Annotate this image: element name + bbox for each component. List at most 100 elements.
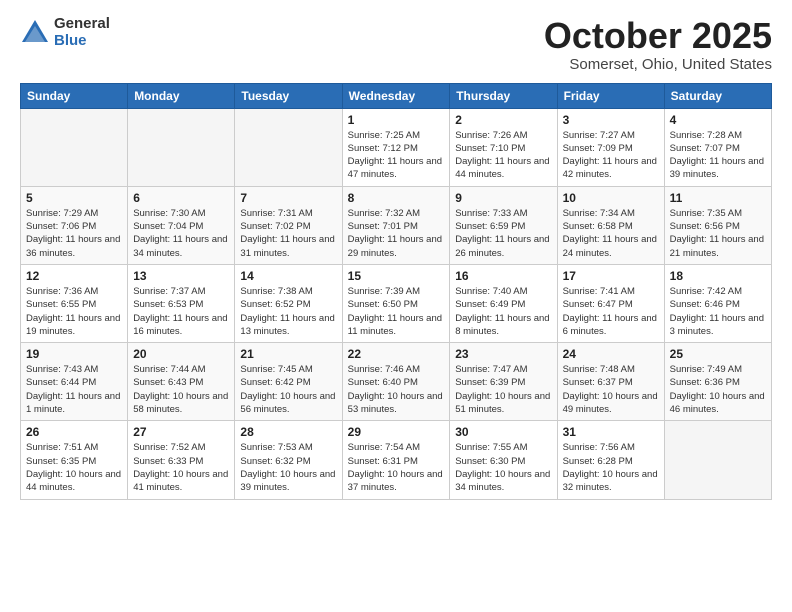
day-info: Sunrise: 7:37 AM Sunset: 6:53 PM Dayligh… — [133, 285, 229, 338]
calendar-cell: 2Sunrise: 7:26 AM Sunset: 7:10 PM Daylig… — [450, 108, 557, 186]
day-info: Sunrise: 7:33 AM Sunset: 6:59 PM Dayligh… — [455, 207, 551, 260]
calendar-cell: 14 Sunrise: 7:38 AM Sunset: 6:52 PM Dayli… — [235, 264, 342, 342]
logo-text: General Blue — [54, 16, 110, 49]
day-info: Sunrise: 7:40 AM Sunset: 6:49 PM Dayligh… — [455, 285, 551, 338]
day-info: Sunrise: 7:52 AM Sunset: 6:33 PM Dayligh… — [133, 441, 229, 494]
day-info: Sunrise: 7:34 AM Sunset: 6:58 PM Dayligh… — [563, 207, 659, 260]
calendar-cell: 16 Sunrise: 7:40 AM Sunset: 6:49 PM Dayli… — [450, 264, 557, 342]
day-info: Sunrise: 7:49 AM Sunset: 6:36 PM Dayligh… — [670, 363, 766, 416]
calendar-table: SundayMondayTuesdayWednesdayThursdayFrid… — [20, 83, 772, 500]
day-number: 25 — [670, 347, 766, 361]
calendar-week-row: 5 Sunrise: 7:29 AM Sunset: 7:06 PM Daylig… — [21, 186, 772, 264]
day-info: Sunrise: 7:30 AM Sunset: 7:04 PM Dayligh… — [133, 207, 229, 260]
calendar-cell — [235, 108, 342, 186]
calendar-cell: 18Sunrise: 7:42 AM Sunset: 6:46 PM Dayli… — [664, 264, 771, 342]
calendar-week-row: 26Sunrise: 7:51 AM Sunset: 6:35 PM Dayli… — [21, 421, 772, 499]
day-number: 21 — [240, 347, 336, 361]
day-number: 10 — [563, 191, 659, 205]
calendar-cell: 11 Sunrise: 7:35 AM Sunset: 6:56 PM Dayli… — [664, 186, 771, 264]
day-number: 4 — [670, 113, 766, 127]
day-info: Sunrise: 7:29 AM Sunset: 7:06 PM Dayligh… — [26, 207, 122, 260]
day-number: 16 — [455, 269, 551, 283]
day-header: Saturday — [664, 83, 771, 108]
calendar-week-row: 1Sunrise: 7:25 AM Sunset: 7:12 PM Daylig… — [21, 108, 772, 186]
calendar-cell: 13Sunrise: 7:37 AM Sunset: 6:53 PM Dayli… — [128, 264, 235, 342]
calendar-cell: 9 Sunrise: 7:33 AM Sunset: 6:59 PM Daylig… — [450, 186, 557, 264]
day-number: 14 — [240, 269, 336, 283]
day-header: Friday — [557, 83, 664, 108]
calendar-cell: 22 Sunrise: 7:46 AM Sunset: 6:40 PM Dayli… — [342, 343, 450, 421]
calendar-cell — [21, 108, 128, 186]
day-info: Sunrise: 7:36 AM Sunset: 6:55 PM Dayligh… — [26, 285, 122, 338]
calendar-cell: 4 Sunrise: 7:28 AM Sunset: 7:07 PM Daylig… — [664, 108, 771, 186]
day-info: Sunrise: 7:35 AM Sunset: 6:56 PM Dayligh… — [670, 207, 766, 260]
calendar-cell: 6 Sunrise: 7:30 AM Sunset: 7:04 PM Daylig… — [128, 186, 235, 264]
calendar-week-row: 19Sunrise: 7:43 AM Sunset: 6:44 PM Dayli… — [21, 343, 772, 421]
day-info: Sunrise: 7:42 AM Sunset: 6:46 PM Dayligh… — [670, 285, 766, 338]
calendar-cell: 12 Sunrise: 7:36 AM Sunset: 6:55 PM Dayli… — [21, 264, 128, 342]
day-number: 19 — [26, 347, 122, 361]
day-info: Sunrise: 7:25 AM Sunset: 7:12 PM Dayligh… — [348, 129, 445, 182]
day-info: Sunrise: 7:27 AM Sunset: 7:09 PM Dayligh… — [563, 129, 659, 182]
day-number: 31 — [563, 425, 659, 439]
day-info: Sunrise: 7:56 AM Sunset: 6:28 PM Dayligh… — [563, 441, 659, 494]
calendar-cell: 7 Sunrise: 7:31 AM Sunset: 7:02 PM Daylig… — [235, 186, 342, 264]
day-number: 7 — [240, 191, 336, 205]
calendar-cell: 19Sunrise: 7:43 AM Sunset: 6:44 PM Dayli… — [21, 343, 128, 421]
day-info: Sunrise: 7:53 AM Sunset: 6:32 PM Dayligh… — [240, 441, 336, 494]
calendar-header-row: SundayMondayTuesdayWednesdayThursdayFrid… — [21, 83, 772, 108]
day-info: Sunrise: 7:45 AM Sunset: 6:42 PM Dayligh… — [240, 363, 336, 416]
calendar-cell: 17 Sunrise: 7:41 AM Sunset: 6:47 PM Dayli… — [557, 264, 664, 342]
day-info: Sunrise: 7:46 AM Sunset: 6:40 PM Dayligh… — [348, 363, 445, 416]
day-number: 12 — [26, 269, 122, 283]
day-number: 17 — [563, 269, 659, 283]
day-number: 27 — [133, 425, 229, 439]
day-number: 5 — [26, 191, 122, 205]
month-title: October 2025 — [544, 16, 772, 56]
title-area: October 2025 Somerset, Ohio, United Stat… — [544, 16, 772, 73]
day-number: 20 — [133, 347, 229, 361]
day-info: Sunrise: 7:54 AM Sunset: 6:31 PM Dayligh… — [348, 441, 445, 494]
calendar-cell: 21 Sunrise: 7:45 AM Sunset: 6:42 PM Dayli… — [235, 343, 342, 421]
calendar-cell: 26Sunrise: 7:51 AM Sunset: 6:35 PM Dayli… — [21, 421, 128, 499]
day-info: Sunrise: 7:28 AM Sunset: 7:07 PM Dayligh… — [670, 129, 766, 182]
day-header: Monday — [128, 83, 235, 108]
calendar-cell: 25 Sunrise: 7:49 AM Sunset: 6:36 PM Dayli… — [664, 343, 771, 421]
calendar-cell: 23Sunrise: 7:47 AM Sunset: 6:39 PM Dayli… — [450, 343, 557, 421]
day-info: Sunrise: 7:31 AM Sunset: 7:02 PM Dayligh… — [240, 207, 336, 260]
day-info: Sunrise: 7:47 AM Sunset: 6:39 PM Dayligh… — [455, 363, 551, 416]
calendar-cell: 8 Sunrise: 7:32 AM Sunset: 7:01 PM Daylig… — [342, 186, 450, 264]
calendar-cell: 27 Sunrise: 7:52 AM Sunset: 6:33 PM Dayli… — [128, 421, 235, 499]
location-title: Somerset, Ohio, United States — [544, 56, 772, 73]
calendar-cell: 5 Sunrise: 7:29 AM Sunset: 7:06 PM Daylig… — [21, 186, 128, 264]
calendar-cell: 20 Sunrise: 7:44 AM Sunset: 6:43 PM Dayli… — [128, 343, 235, 421]
day-number: 28 — [240, 425, 336, 439]
calendar-cell: 24Sunrise: 7:48 AM Sunset: 6:37 PM Dayli… — [557, 343, 664, 421]
day-number: 30 — [455, 425, 551, 439]
day-header: Wednesday — [342, 83, 450, 108]
day-number: 22 — [348, 347, 445, 361]
calendar-cell: 30Sunrise: 7:55 AM Sunset: 6:30 PM Dayli… — [450, 421, 557, 499]
day-info: Sunrise: 7:38 AM Sunset: 6:52 PM Dayligh… — [240, 285, 336, 338]
logo-blue-text: Blue — [54, 33, 110, 50]
day-header: Thursday — [450, 83, 557, 108]
day-info: Sunrise: 7:41 AM Sunset: 6:47 PM Dayligh… — [563, 285, 659, 338]
day-number: 8 — [348, 191, 445, 205]
calendar-week-row: 12 Sunrise: 7:36 AM Sunset: 6:55 PM Dayli… — [21, 264, 772, 342]
calendar-cell: 28 Sunrise: 7:53 AM Sunset: 6:32 PM Dayli… — [235, 421, 342, 499]
calendar-cell — [664, 421, 771, 499]
day-number: 9 — [455, 191, 551, 205]
day-info: Sunrise: 7:44 AM Sunset: 6:43 PM Dayligh… — [133, 363, 229, 416]
day-number: 29 — [348, 425, 445, 439]
calendar-cell: 3 Sunrise: 7:27 AM Sunset: 7:09 PM Daylig… — [557, 108, 664, 186]
calendar-cell: 29 Sunrise: 7:54 AM Sunset: 6:31 PM Dayli… — [342, 421, 450, 499]
day-number: 24 — [563, 347, 659, 361]
day-number: 11 — [670, 191, 766, 205]
day-info: Sunrise: 7:32 AM Sunset: 7:01 PM Dayligh… — [348, 207, 445, 260]
calendar-cell: 10 Sunrise: 7:34 AM Sunset: 6:58 PM Dayli… — [557, 186, 664, 264]
day-number: 3 — [563, 113, 659, 127]
page-header: General Blue October 2025 Somerset, Ohio… — [20, 16, 772, 73]
day-number: 6 — [133, 191, 229, 205]
logo: General Blue — [20, 16, 110, 49]
day-number: 26 — [26, 425, 122, 439]
